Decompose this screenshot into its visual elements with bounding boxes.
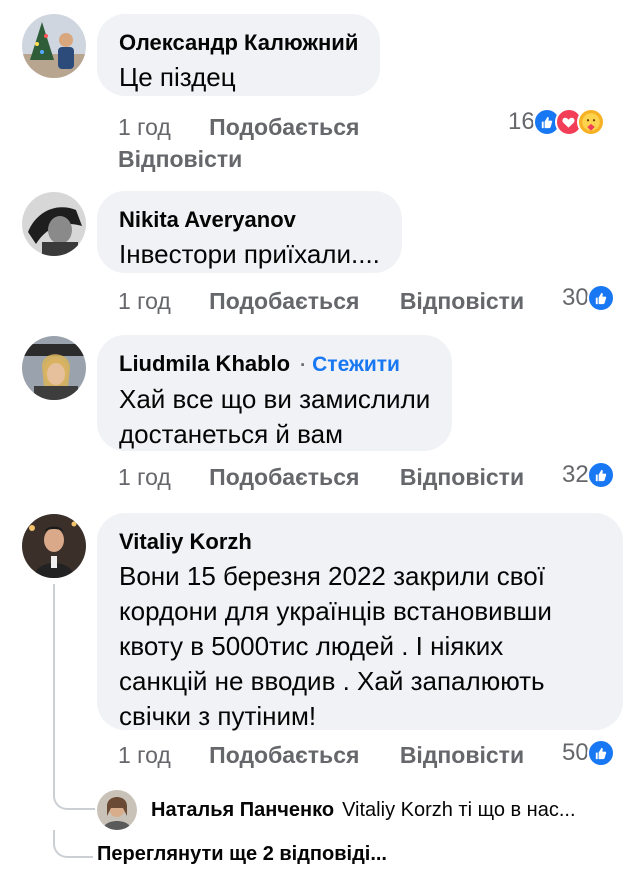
comment-author-row: Liudmila Khablo · Стежити	[119, 349, 430, 380]
reply-connector	[53, 784, 95, 810]
avatar	[97, 790, 137, 830]
reaction-count: 50	[562, 739, 589, 766]
comment-actions: 1 год Подобається Відповісти	[118, 111, 359, 175]
like-button[interactable]: Подобається	[209, 462, 359, 492]
comment-actions: 1 год Подобається Відповісти	[118, 462, 524, 492]
comment-author[interactable]: Vitaliy Korzh	[119, 527, 601, 557]
comment-author[interactable]: Nikita Averyanov	[119, 205, 380, 235]
comment-bubble: Liudmila Khablo · Стежити Хай все що ви за…	[97, 335, 453, 452]
reaction-summary[interactable]: 30	[562, 284, 615, 312]
like-button[interactable]: Подобається	[209, 111, 359, 143]
comment-bubble: Олександр Калюжний Це піздец	[97, 14, 381, 96]
comment-time[interactable]: 1 год	[118, 740, 171, 770]
text-line: свічки з путіним!	[119, 701, 317, 731]
text-line: кордони для українців встановивши	[119, 596, 552, 626]
care-icon	[576, 108, 605, 136]
comment-bubble: Nikita Averyanov Інвестори приїхали....	[97, 191, 402, 273]
reply-preview[interactable]: Наталья Панченко Vitaliy Korzh ті що в н…	[97, 790, 576, 830]
comment-text: Інвестори приїхали....	[119, 239, 380, 269]
comment-time[interactable]: 1 год	[118, 111, 171, 143]
more-replies-connector	[53, 830, 93, 858]
view-more-replies-link[interactable]: Переглянути ще 2 відповіді...	[97, 843, 387, 866]
text-line: квоту в 5000тис людей . І ніяких	[119, 631, 504, 661]
reply-button[interactable]: Відповісти	[400, 286, 524, 316]
reply-text: Vitaliy Korzh ті що в нас...	[342, 798, 576, 821]
reaction-count: 16	[508, 108, 535, 135]
comment-author[interactable]: Liudmila Khablo	[119, 351, 290, 376]
reaction-summary[interactable]: 50	[562, 739, 615, 767]
text-line: Хай все що ви замислили	[119, 384, 431, 414]
like-icon	[586, 739, 615, 767]
separator-dot: ·	[300, 355, 307, 375]
comment-bubble: Vitaliy Korzh Вони 15 березня 2022 закри…	[97, 513, 623, 731]
avatar[interactable]	[22, 14, 86, 78]
reply-button[interactable]: Відповісти	[400, 740, 524, 770]
reaction-count: 32	[562, 461, 589, 488]
reply-author[interactable]: Наталья Панченко	[151, 799, 334, 822]
avatar[interactable]	[22, 514, 86, 578]
reaction-count: 30	[562, 284, 589, 311]
follow-button[interactable]: Стежити	[312, 353, 400, 376]
text-line: достанеться й вам	[119, 419, 344, 449]
comment-actions: 1 год Подобається Відповісти	[118, 286, 524, 316]
comment-time[interactable]: 1 год	[118, 286, 171, 316]
avatar[interactable]	[22, 336, 86, 400]
like-icon	[586, 284, 615, 312]
reaction-summary[interactable]: 32	[562, 461, 615, 489]
thread-connector	[53, 584, 55, 794]
comment-text: Це піздец	[119, 62, 236, 92]
text-line: санкцій не вводив . Хай запалюють	[119, 666, 545, 696]
avatar[interactable]	[22, 192, 86, 256]
comment-text: Вони 15 березня 2022 закрили свої кордон…	[119, 559, 601, 734]
text-line: Вони 15 березня 2022 закрили свої	[119, 561, 545, 591]
reply-button[interactable]: Відповісти	[118, 143, 242, 175]
comment-author[interactable]: Олександр Калюжний	[119, 28, 358, 58]
like-button[interactable]: Подобається	[209, 286, 359, 316]
reply-button[interactable]: Відповісти	[400, 462, 524, 492]
like-button[interactable]: Подобається	[209, 740, 359, 770]
reaction-summary[interactable]: 16	[508, 108, 605, 136]
comment-time[interactable]: 1 год	[118, 462, 171, 492]
comment-text: Хай все що ви замислили достанеться й ва…	[119, 382, 430, 452]
comment-actions: 1 год Подобається Відповісти	[118, 740, 524, 770]
like-icon	[586, 461, 615, 489]
